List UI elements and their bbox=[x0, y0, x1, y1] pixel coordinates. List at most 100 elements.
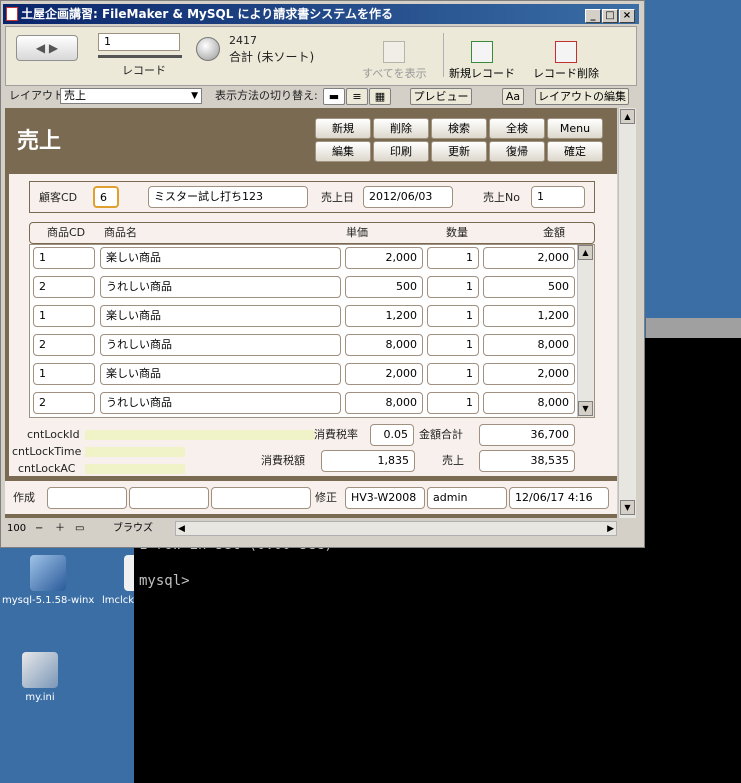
scroll-down-arrow[interactable]: ▼ bbox=[620, 500, 635, 515]
row-cd-field[interactable]: 2 bbox=[33, 392, 95, 414]
row-qty-field[interactable]: 1 bbox=[427, 247, 479, 269]
row-qty-field[interactable]: 1 bbox=[427, 305, 479, 327]
table-view-button[interactable]: ▦ bbox=[369, 88, 391, 105]
record-number-field[interactable]: 1 bbox=[98, 33, 180, 51]
preview-button[interactable]: プレビュー bbox=[410, 88, 472, 105]
view-label: 表示方法の切り替え: bbox=[215, 89, 318, 102]
lock-id-label: cntLockId bbox=[27, 428, 80, 441]
row-qty-field[interactable]: 1 bbox=[427, 392, 479, 414]
desktop-icon-lmclck[interactable]: lmclck bbox=[102, 555, 134, 606]
find-all-button[interactable]: 全検 bbox=[489, 118, 545, 139]
new-record-button[interactable]: 新規レコード bbox=[449, 41, 515, 81]
row-name-field[interactable]: 楽しい商品 bbox=[100, 305, 341, 327]
desktop-icon-my-ini[interactable]: my.ini bbox=[10, 652, 70, 703]
delete-button[interactable]: 削除 bbox=[373, 118, 429, 139]
form-view-button[interactable]: ▬ bbox=[323, 88, 345, 105]
created-user-field[interactable] bbox=[129, 487, 209, 509]
maximize-button[interactable]: □ bbox=[602, 9, 618, 23]
row-cd-field[interactable]: 1 bbox=[33, 305, 95, 327]
lock-ac-field[interactable] bbox=[85, 464, 185, 474]
row-cd-field[interactable]: 1 bbox=[33, 247, 95, 269]
commit-button[interactable]: 確定 bbox=[547, 141, 603, 162]
delete-record-icon bbox=[555, 41, 577, 63]
print-button[interactable]: 印刷 bbox=[373, 141, 429, 162]
row-price-field[interactable]: 2,000 bbox=[345, 363, 423, 385]
scroll-up-arrow[interactable]: ▲ bbox=[620, 109, 635, 124]
toolbar-toggle-icon[interactable]: ▭ bbox=[75, 520, 84, 537]
find-button[interactable]: 検索 bbox=[431, 118, 487, 139]
row-name-field[interactable]: うれしい商品 bbox=[100, 334, 341, 356]
mode-label: ブラウズ bbox=[113, 523, 153, 534]
customer-cd-field[interactable]: 6 bbox=[93, 186, 119, 208]
zoom-out-icon[interactable]: − bbox=[35, 520, 43, 537]
row-name-field[interactable]: うれしい商品 bbox=[100, 392, 341, 414]
scroll-left-arrow[interactable]: ◀ bbox=[178, 521, 185, 538]
list-view-button[interactable]: ≡ bbox=[346, 88, 368, 105]
customer-cd-label: 顧客CD bbox=[39, 191, 78, 204]
layout-select[interactable]: 売上 ▼ bbox=[60, 88, 202, 104]
row-qty-field[interactable]: 1 bbox=[427, 334, 479, 356]
created-time-field[interactable] bbox=[211, 487, 311, 509]
scroll-down-arrow[interactable]: ▼ bbox=[578, 401, 593, 416]
row-cd-field[interactable]: 1 bbox=[33, 363, 95, 385]
record-navigator[interactable]: ◀ ▶ bbox=[16, 35, 78, 61]
row-amount-field[interactable]: 8,000 bbox=[483, 392, 575, 414]
window-vertical-scrollbar[interactable]: ▲ ▼ bbox=[618, 108, 636, 518]
lock-ac-label: cntLockAC bbox=[18, 462, 76, 475]
row-price-field[interactable]: 500 bbox=[345, 276, 423, 298]
zoom-in-icon[interactable]: ＋ bbox=[55, 520, 65, 537]
new-button[interactable]: 新規 bbox=[315, 118, 371, 139]
scroll-up-arrow[interactable]: ▲ bbox=[578, 245, 593, 260]
row-price-field[interactable]: 8,000 bbox=[345, 334, 423, 356]
row-name-field[interactable]: 楽しい商品 bbox=[100, 247, 341, 269]
edit-button[interactable]: 編集 bbox=[315, 141, 371, 162]
row-amount-field[interactable]: 8,000 bbox=[483, 334, 575, 356]
sum-field[interactable]: 36,700 bbox=[479, 424, 575, 446]
sales-field[interactable]: 38,535 bbox=[479, 450, 575, 472]
menu-button[interactable]: Menu bbox=[547, 118, 603, 139]
customer-name-field[interactable]: ミスター試し打ち123 bbox=[148, 186, 308, 208]
update-button[interactable]: 更新 bbox=[431, 141, 487, 162]
desktop-icon-mysql-installer[interactable]: mysql-5.1.58-winx... bbox=[2, 555, 94, 606]
row-amount-field[interactable]: 2,000 bbox=[483, 247, 575, 269]
modified-host-field[interactable]: HV3-W2008 bbox=[345, 487, 425, 509]
edit-layout-button[interactable]: レイアウトの編集 bbox=[535, 88, 629, 105]
lock-time-field[interactable] bbox=[85, 447, 185, 457]
installer-icon bbox=[30, 555, 66, 591]
created-host-field[interactable] bbox=[47, 487, 127, 509]
row-name-field[interactable]: うれしい商品 bbox=[100, 276, 341, 298]
record-slider[interactable] bbox=[98, 55, 182, 58]
row-price-field[interactable]: 2,000 bbox=[345, 247, 423, 269]
row-name-field[interactable]: 楽しい商品 bbox=[100, 363, 341, 385]
tax-rate-field[interactable]: 0.05 bbox=[370, 424, 414, 446]
sales-no-label: 売上No bbox=[483, 191, 520, 204]
modified-label: 修正 bbox=[315, 491, 337, 504]
lock-id-field[interactable] bbox=[85, 430, 315, 440]
portal-scrollbar[interactable]: ▲ ▼ bbox=[577, 245, 594, 417]
row-price-field[interactable]: 8,000 bbox=[345, 392, 423, 414]
modified-user-field[interactable]: admin bbox=[427, 487, 507, 509]
row-cd-field[interactable]: 2 bbox=[33, 334, 95, 356]
sales-no-field[interactable]: 1 bbox=[531, 186, 585, 208]
row-qty-field[interactable]: 1 bbox=[427, 363, 479, 385]
row-cd-field[interactable]: 2 bbox=[33, 276, 95, 298]
layout-bar: レイアウト: 売上 ▼ 表示方法の切り替え: ▬ ≡ ▦ プレビュー Aa レイア… bbox=[5, 87, 637, 106]
row-amount-field[interactable]: 500 bbox=[483, 276, 575, 298]
row-qty-field[interactable]: 1 bbox=[427, 276, 479, 298]
text-format-button[interactable]: Aa bbox=[502, 88, 524, 105]
minimize-button[interactable]: _ bbox=[585, 9, 601, 23]
close-button[interactable]: × bbox=[619, 9, 635, 23]
row-amount-field[interactable]: 2,000 bbox=[483, 363, 575, 385]
sales-date-field[interactable]: 2012/06/03 bbox=[363, 186, 453, 208]
row-price-field[interactable]: 1,200 bbox=[345, 305, 423, 327]
scroll-right-arrow[interactable]: ▶ bbox=[607, 521, 614, 538]
revert-button[interactable]: 復帰 bbox=[489, 141, 545, 162]
row-amount-field[interactable]: 1,200 bbox=[483, 305, 575, 327]
show-all-button[interactable]: すべてを表示 bbox=[362, 41, 427, 81]
zoom-level[interactable]: 100 bbox=[7, 520, 26, 537]
modified-time-field[interactable]: 12/06/17 4:16 bbox=[509, 487, 609, 509]
delete-record-button[interactable]: レコード削除 bbox=[533, 41, 599, 81]
horizontal-scrollbar[interactable]: ◀ ▶ bbox=[175, 521, 617, 536]
tax-field[interactable]: 1,835 bbox=[321, 450, 415, 472]
created-label: 作成 bbox=[13, 491, 35, 504]
